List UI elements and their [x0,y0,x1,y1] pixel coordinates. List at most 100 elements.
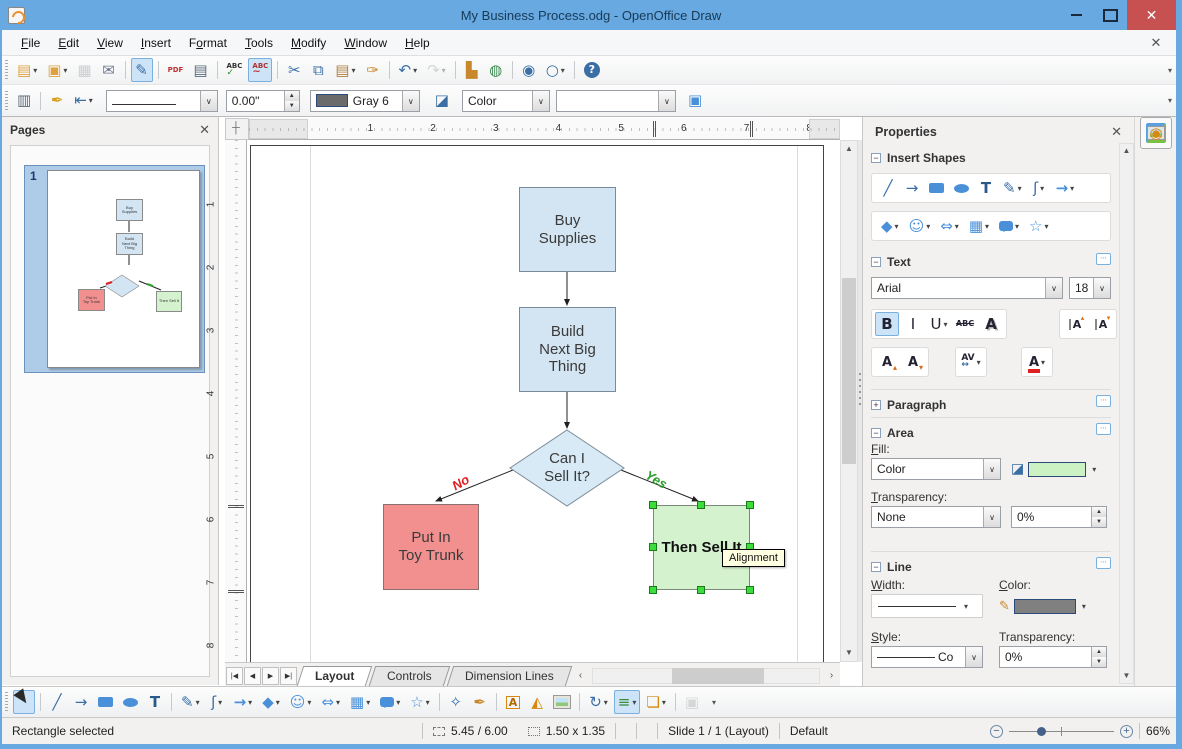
area-transparency-value[interactable]: 0% [1012,510,1091,524]
menu-tools[interactable]: Tools [236,31,282,55]
line-tool[interactable]: ╱ [46,690,68,714]
text-dialog-launcher-icon[interactable]: ⋯ [1096,253,1111,265]
glue-points-button[interactable]: ✒ [469,690,491,714]
navigator-button[interactable]: ◉ [518,58,540,82]
flowchart-shapes-button[interactable]: ▦ ▾ [965,215,993,237]
shadow-button[interactable]: A [979,312,1003,336]
scroll-up-icon[interactable]: ▲ [841,141,857,157]
line-width-select[interactable]: ▾ [871,594,983,618]
scroll-down-icon[interactable]: ▼ [1120,669,1133,683]
collapse-icon[interactable]: − [871,428,881,438]
fill-color-swatch[interactable] [1028,461,1087,477]
first-page-button[interactable]: |◀ [226,667,243,685]
cut-button[interactable]: ✂ [283,58,305,82]
symbol-shapes-button[interactable]: ☺ ▾ [905,215,935,237]
font-size-value[interactable]: 18 [1070,281,1093,295]
font-name-dropdown-icon[interactable]: ∨ [1045,278,1062,298]
basic-shapes-tool[interactable]: ◆ ▾ [258,690,284,714]
line-color-dropdown-icon[interactable]: ∨ [401,90,419,111]
fill-style-dropdown-icon[interactable]: ∨ [983,459,1000,479]
selection-handle[interactable] [746,586,754,594]
italic-button[interactable]: I [901,312,925,336]
email-button[interactable]: ✉ [98,58,120,82]
toolbar-grip[interactable] [5,90,8,111]
zoom-slider[interactable] [1008,725,1114,738]
scroll-up-icon[interactable]: ▲ [1120,144,1133,158]
increase-spacing-button[interactable]: A [1063,312,1087,336]
minimize-button[interactable] [1059,0,1093,30]
line-width-dropdown-icon[interactable]: ▾ [964,602,968,611]
edit-points-button[interactable]: ✧ [445,690,467,714]
transparency-type-dropdown-icon[interactable]: ∨ [983,507,1000,527]
insert-picture-button[interactable] [550,690,574,714]
block-arrow-tool[interactable]: → ▾ [230,690,257,714]
last-page-button[interactable]: ▶| [280,667,297,685]
block-arrows-button[interactable]: ⇔ ▾ [936,215,963,237]
toolbar-overflow-icon[interactable]: ▾ [712,698,716,707]
rectangle-tool[interactable] [94,690,117,714]
zoom-out-icon[interactable]: − [989,724,1003,738]
menu-format[interactable]: Format [180,31,236,55]
fill-color-control[interactable]: ◪ ▾ [1011,458,1107,480]
arrange-button[interactable]: ❏ ▾ [642,690,669,714]
fontwork-button[interactable]: A [502,690,525,714]
font-name-select[interactable]: Arial ∨ [871,277,1063,299]
redo-button[interactable]: ↷ ▾ [423,58,450,82]
flowchart-node-build-next-big-thing[interactable]: Build Next Big Thing [519,307,616,392]
fill-color-select[interactable]: ∨ [555,89,676,112]
fill-color-dropdown-icon[interactable]: ∨ [657,90,675,111]
collapse-icon[interactable]: − [871,257,881,267]
line-style-select2[interactable]: Co ∨ [871,646,983,668]
zoom-in-icon[interactable]: + [1119,724,1133,738]
line-arrow-tool[interactable]: → [70,690,92,714]
scroll-right-icon[interactable]: › [823,668,840,684]
line-style-dropdown-icon[interactable]: ∨ [965,647,982,667]
line-color-control[interactable]: ✎ ▾ [999,594,1107,618]
insert-ellipse-button[interactable] [950,177,973,199]
flowchart-node-then-sell-it[interactable]: Then Sell It [653,505,750,590]
maximize-button[interactable] [1093,0,1127,30]
line-width-stepper[interactable]: 0.00" ▲ ▼ [225,89,300,112]
line-style-dropdown-icon[interactable]: ∨ [199,90,217,111]
toolbar-grip[interactable] [5,692,8,712]
shadow-button[interactable]: ▣ [684,89,706,113]
tab-layout[interactable]: Layout [296,666,373,686]
help-button[interactable]: ? [580,58,604,82]
scroll-down-icon[interactable]: ▼ [841,645,857,661]
line-width-value[interactable]: 0.00" [227,94,284,108]
export-pdf-button[interactable]: PDF [164,58,188,82]
spellcheck-button[interactable]: ABC [223,58,247,82]
paste-button[interactable]: ▤ ▾ [331,58,359,82]
arrow-style-button[interactable]: ⇤ ▾ [70,89,97,113]
new-document-button[interactable]: ▤ ▾ [13,58,41,82]
zoom-button[interactable]: ○ ▾ [542,58,569,82]
font-size-select[interactable]: 18 ∨ [1069,277,1111,299]
flowchart-tool[interactable]: ▦ ▾ [346,690,374,714]
previous-page-button[interactable]: ◀ [244,667,261,685]
styles-button[interactable]: ▥ [13,89,35,113]
tab-controls[interactable]: Controls [369,666,451,686]
horizontal-scroll-thumb[interactable] [672,668,764,684]
text-tool[interactable]: T [144,690,166,714]
zoom-slider-thumb[interactable] [1036,726,1046,736]
symbol-shapes-tool[interactable]: ☺ ▾ [286,690,316,714]
flowchart-decision-label[interactable]: Can I Sell It? [530,448,604,488]
next-page-button[interactable]: ▶ [262,667,279,685]
open-button[interactable]: ▣ ▾ [43,58,71,82]
fill-type-dropdown-icon[interactable]: ∨ [531,90,549,111]
selection-handle[interactable] [649,543,657,551]
menu-window[interactable]: Window [335,31,396,55]
controller-3d-button[interactable]: ▣ [681,690,703,714]
shapes-3d-button[interactable]: ◭ [526,690,548,714]
character-spacing-button[interactable]: AV▾ [959,350,983,374]
menu-help[interactable]: Help [396,31,439,55]
decrease-font-button[interactable]: A [901,350,925,374]
close-button[interactable]: ✕ [1127,0,1176,30]
save-button[interactable]: ▦ [73,58,95,82]
line-dialog-launcher-icon[interactable]: ⋯ [1096,557,1111,569]
fill-color-dropdown-icon[interactable]: ▾ [1092,465,1096,474]
toolbar-overflow-icon[interactable]: ▾ [1168,96,1172,105]
scroll-left-icon[interactable]: ‹ [572,668,589,684]
vertical-ruler[interactable]: 12345678 [206,140,247,662]
stars-tool[interactable]: ☆ ▾ [406,690,433,714]
